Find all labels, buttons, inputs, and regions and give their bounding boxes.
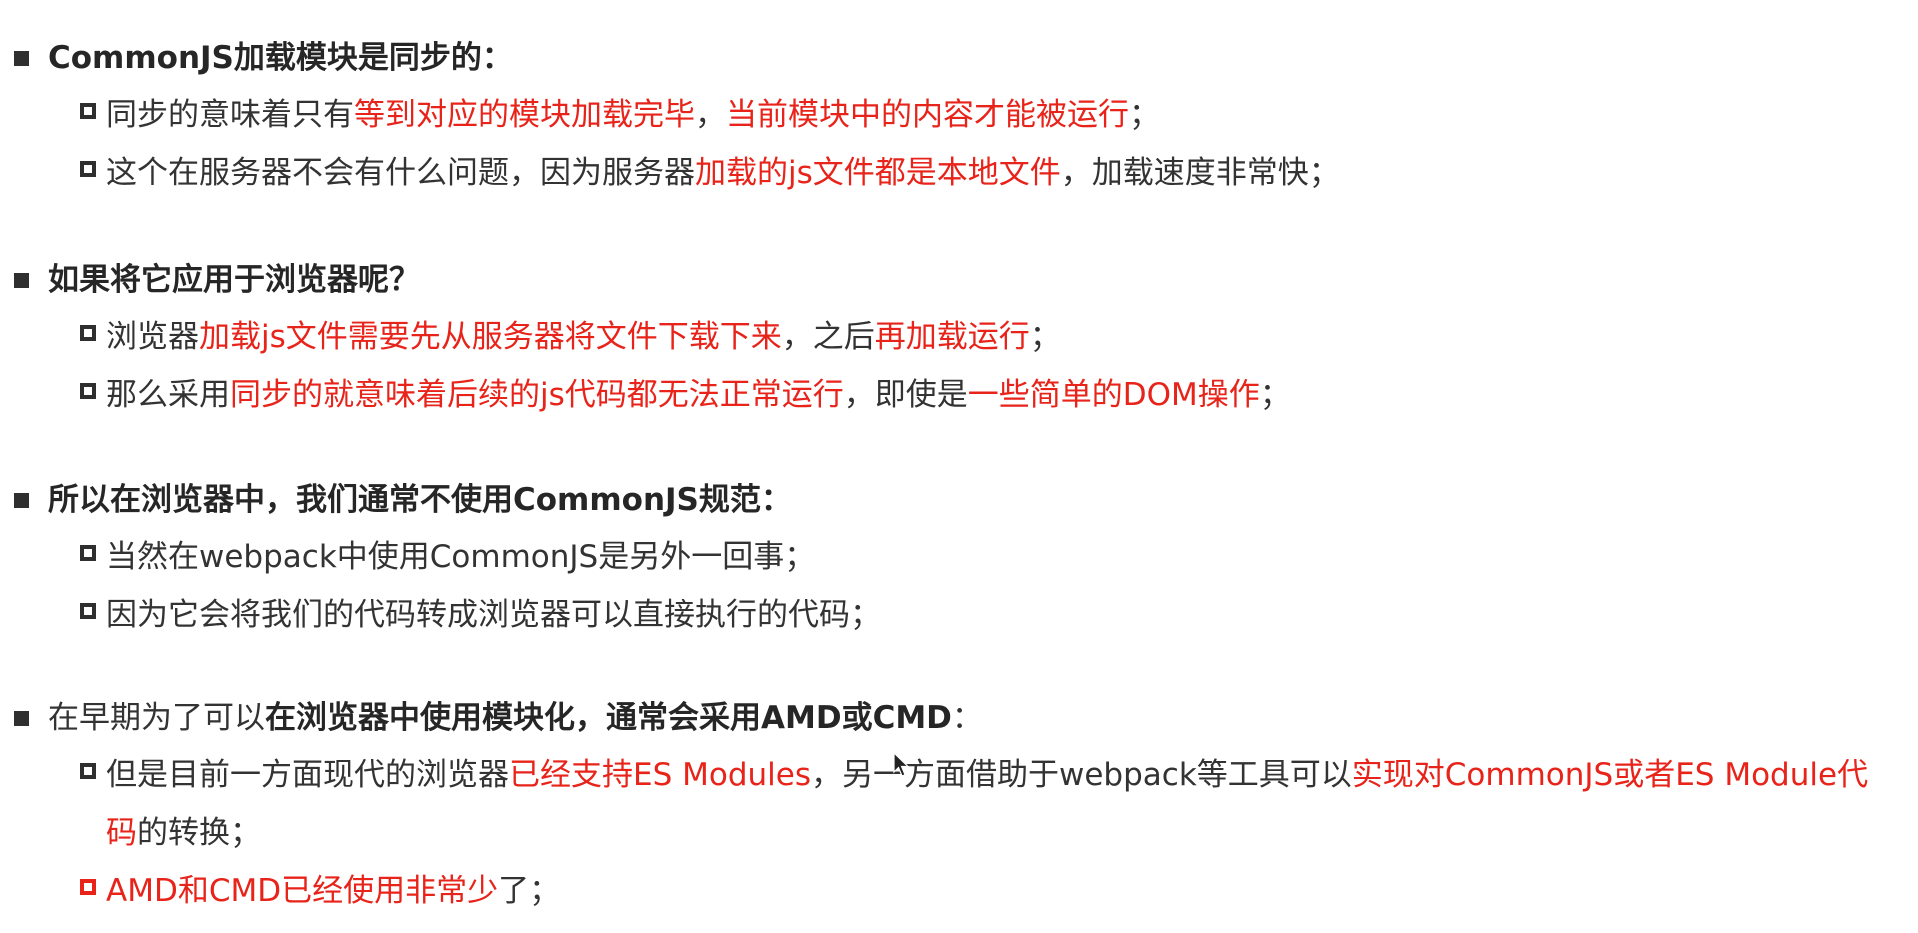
heading-segment-bold: 在浏览器中使用模块化，通常会采用AMD或CMD	[265, 700, 952, 736]
hollow-square-bullet-icon	[80, 161, 96, 177]
heading-segment: CommonJS加载模块是同步的：	[48, 40, 513, 76]
item-segment-highlight: 等到对应的模块加载完毕	[354, 97, 695, 133]
item-segment: 但是目前一方面现代的浏览器	[106, 757, 509, 793]
section-no-commonjs-in-browser: 所以在浏览器中，我们通常不使用CommonJS规范： 当然在webpack中使用…	[14, 472, 1898, 644]
item-segment-highlight: 加载js文件需要先从服务器将文件下载下来	[199, 319, 782, 355]
list-item: 浏览器加载js文件需要先从服务器将文件下载下来，之后再加载运行；	[14, 308, 1898, 366]
item-segment-highlight: 加载的js文件都是本地文件	[695, 155, 1061, 191]
item-segment-highlight: 一些简单的DOM操作	[967, 377, 1260, 413]
item-segment-highlight: AMD和CMD已经使用非常少	[106, 873, 499, 909]
item-segment: ；	[1129, 97, 1160, 133]
hollow-square-bullet-icon	[80, 103, 96, 119]
item-segment: 了；	[498, 873, 561, 909]
item-segment-highlight: 再加载运行	[874, 319, 1030, 355]
filled-square-bullet-icon	[14, 50, 29, 66]
heading-segment: 所以在浏览器中，我们通常不使用CommonJS规范：	[48, 482, 792, 518]
filled-square-bullet-icon	[14, 272, 29, 288]
item-segment: 的转换；	[137, 815, 261, 851]
heading-segment: 如果将它应用于浏览器呢？	[48, 262, 420, 298]
hollow-square-bullet-icon	[80, 763, 96, 779]
heading-text: 所以在浏览器中，我们通常不使用CommonJS规范：	[48, 472, 792, 528]
hollow-square-bullet-icon	[80, 879, 96, 895]
item-segment: ，	[695, 97, 726, 133]
section-browser-usage: 如果将它应用于浏览器呢？ 浏览器加载js文件需要先从服务器将文件下载下来，之后再…	[14, 252, 1898, 424]
item-segment-highlight: 当前模块中的内容才能被运行	[726, 97, 1129, 133]
item-segment: 浏览器	[106, 319, 199, 355]
item-segment: 那么采用	[106, 377, 230, 413]
list-item: 因为它会将我们的代码转成浏览器可以直接执行的代码；	[14, 586, 1898, 644]
hollow-square-bullet-icon	[80, 603, 96, 619]
slide: CommonJS加载模块是同步的： 同步的意味着只有等到对应的模块加载完毕，当前…	[0, 0, 1918, 933]
list-item: 那么采用同步的就意味着后续的js代码都无法正常运行，即使是一些简单的DOM操作；	[14, 366, 1898, 424]
list-item: 但是目前一方面现代的浏览器已经支持ES Modules，另一方面借助于webpa…	[14, 746, 1898, 862]
list-item: 这个在服务器不会有什么问题，因为服务器加载的js文件都是本地文件，加载速度非常快…	[14, 144, 1898, 202]
list-item: AMD和CMD已经使用非常少了；	[14, 862, 1898, 920]
hollow-square-bullet-icon	[80, 325, 96, 341]
hollow-square-bullet-icon	[80, 383, 96, 399]
filled-square-bullet-icon	[14, 710, 29, 726]
heading-1: CommonJS加载模块是同步的：	[14, 30, 1898, 86]
list-item: 当然在webpack中使用CommonJS是另外一回事；	[14, 528, 1898, 586]
item-segment: ，之后	[781, 319, 875, 355]
item-segment: 当然在webpack中使用CommonJS是另外一回事；	[106, 539, 816, 575]
mouse-pointer-icon	[893, 752, 909, 777]
heading-text: 在早期为了可以在浏览器中使用模块化，通常会采用AMD或CMD：	[48, 690, 983, 746]
item-segment: 这个在服务器不会有什么问题，因为服务器	[106, 155, 695, 191]
heading-4: 在早期为了可以在浏览器中使用模块化，通常会采用AMD或CMD：	[14, 690, 1898, 746]
item-segment-highlight: 已经支持ES Modules	[509, 757, 811, 793]
item-segment: ；	[1029, 319, 1061, 355]
item-segment: ；	[1259, 377, 1291, 413]
heading-2: 如果将它应用于浏览器呢？	[14, 252, 1898, 308]
heading-text: CommonJS加载模块是同步的：	[48, 30, 513, 86]
item-segment: ，加载速度非常快；	[1060, 155, 1340, 191]
section-amd-cmd: 在早期为了可以在浏览器中使用模块化，通常会采用AMD或CMD： 但是目前一方面现…	[14, 690, 1898, 920]
list-item: 同步的意味着只有等到对应的模块加载完毕，当前模块中的内容才能被运行；	[14, 86, 1898, 144]
item-segment-highlight: 同步的就意味着后续的js代码都无法正常运行	[230, 377, 844, 413]
hollow-square-bullet-icon	[80, 545, 96, 561]
item-segment: ，即使是	[843, 377, 968, 413]
heading-segment: ：	[951, 700, 983, 736]
heading-3: 所以在浏览器中，我们通常不使用CommonJS规范：	[14, 472, 1898, 528]
item-segment: 同步的意味着只有	[106, 97, 354, 133]
section-commonjs-sync: CommonJS加载模块是同步的： 同步的意味着只有等到对应的模块加载完毕，当前…	[14, 30, 1898, 202]
heading-text: 如果将它应用于浏览器呢？	[48, 252, 420, 308]
item-segment: 因为它会将我们的代码转成浏览器可以直接执行的代码；	[106, 597, 881, 633]
filled-square-bullet-icon	[14, 492, 29, 508]
heading-segment: 在早期为了可以	[48, 700, 265, 736]
